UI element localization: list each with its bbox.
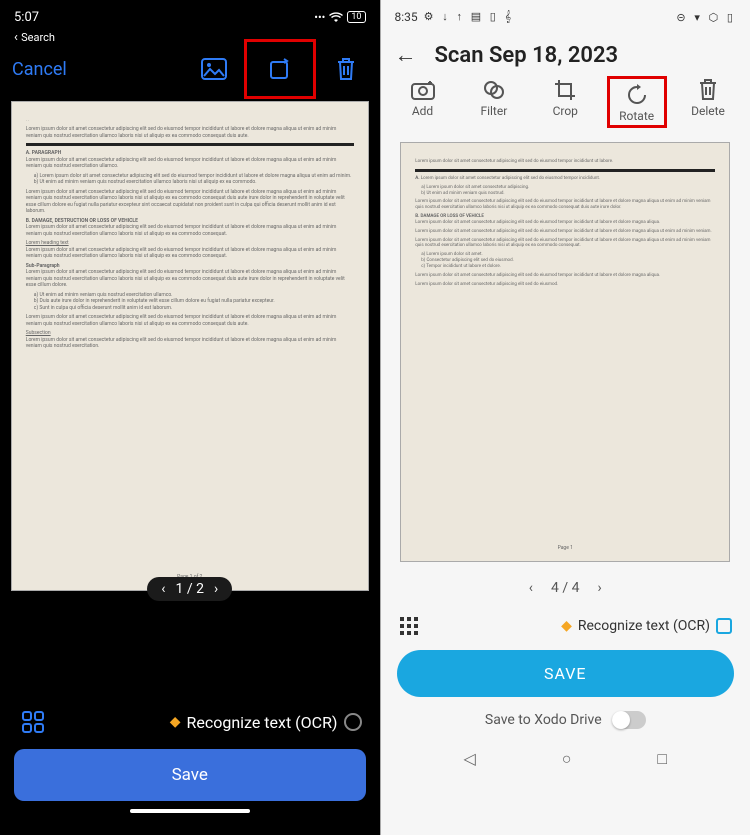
android-scan-screen: 8:35 ⚙ ↓ ↑ ▤ ▯ 𝄞 ⊝ ▾ ⬡ ▯ ← Scan Sep 18, … bbox=[381, 0, 750, 835]
trash-icon bbox=[335, 56, 357, 82]
page-title: Scan Sep 18, 2023 bbox=[435, 43, 619, 68]
bottom-bar: ◆ Recognize text (OCR) Save bbox=[0, 685, 380, 835]
ios-scan-screen: 5:07 ••• 10 Search Cancel · · Lorem ipsu… bbox=[0, 0, 380, 835]
rotate-highlight bbox=[244, 39, 316, 99]
ocr-toggle[interactable]: ◆ Recognize text (OCR) bbox=[170, 713, 362, 732]
chevron-right-icon[interactable]: › bbox=[214, 581, 218, 597]
filter-button[interactable]: Filter bbox=[464, 76, 524, 128]
back-to-search[interactable]: Search bbox=[0, 30, 380, 45]
add-button[interactable]: Add bbox=[393, 76, 453, 128]
trash-icon bbox=[698, 78, 718, 102]
ocr-checkbox[interactable] bbox=[716, 618, 732, 634]
document-preview[interactable]: · · Lorem ipsum dolor sit amet consectet… bbox=[0, 93, 380, 599]
nav-back-icon[interactable]: ◁ bbox=[463, 749, 475, 769]
diamond-icon: ◆ bbox=[561, 618, 572, 634]
status-right: ••• 10 bbox=[314, 11, 365, 24]
scanned-page: Lorem ipsum dolor sit amet consectetur a… bbox=[400, 142, 730, 562]
rotate-button[interactable]: Rotate bbox=[607, 76, 667, 128]
status-right: ⊝ ▾ ⬡ ▯ bbox=[676, 11, 736, 24]
header: ← Scan Sep 18, 2023 bbox=[381, 30, 750, 72]
ocr-radio[interactable] bbox=[344, 713, 362, 731]
status-bar: 8:35 ⚙ ↓ ↑ ▤ ▯ 𝄞 ⊝ ▾ ⬡ ▯ bbox=[381, 0, 750, 30]
diamond-icon: ◆ bbox=[170, 714, 181, 730]
crop-icon bbox=[553, 78, 577, 102]
ocr-label: Recognize text (OCR) bbox=[578, 618, 710, 634]
drive-label: Save to Xodo Drive bbox=[485, 712, 602, 728]
save-button[interactable]: SAVE bbox=[397, 650, 735, 697]
bottom-bar: ◆ Recognize text (OCR) SAVE Save to Xodo… bbox=[381, 606, 750, 739]
camera-plus-icon bbox=[410, 79, 436, 101]
grid-button[interactable] bbox=[18, 707, 48, 737]
page-indicator: ‹ 4 / 4 › bbox=[381, 570, 750, 606]
nav-home-icon[interactable]: ○ bbox=[562, 749, 572, 769]
document-preview[interactable]: Lorem ipsum dolor sit amet consectetur a… bbox=[381, 134, 750, 570]
page-indicator[interactable]: ‹ 1 / 2 › bbox=[147, 577, 232, 601]
rotate-icon bbox=[625, 83, 649, 107]
scanned-page: · · Lorem ipsum dolor sit amet consectet… bbox=[11, 101, 369, 591]
save-to-drive: Save to Xodo Drive bbox=[397, 705, 735, 735]
save-button[interactable]: Save bbox=[14, 749, 366, 801]
delete-button[interactable]: Delete bbox=[678, 76, 738, 128]
home-indicator bbox=[130, 809, 250, 813]
toolbar: Add Filter Crop Rotate Delete bbox=[381, 72, 750, 134]
ocr-label: Recognize text (OCR) bbox=[186, 713, 337, 732]
grid-icon bbox=[399, 616, 419, 636]
drive-toggle[interactable] bbox=[612, 711, 646, 729]
back-button[interactable]: ← bbox=[395, 42, 417, 68]
status-left: 8:35 ⚙ ↓ ↑ ▤ ▯ 𝄞 bbox=[395, 10, 515, 24]
chevron-left-icon[interactable]: ‹ bbox=[529, 580, 533, 596]
chevron-right-icon[interactable]: › bbox=[597, 580, 601, 596]
grid-icon bbox=[21, 710, 45, 734]
gallery-button[interactable] bbox=[192, 47, 236, 91]
cancel-button[interactable]: Cancel bbox=[12, 59, 67, 80]
toolbar: Cancel bbox=[0, 45, 380, 93]
rotate-button[interactable] bbox=[258, 47, 302, 91]
nav-recent-icon[interactable]: □ bbox=[657, 749, 667, 769]
grid-button[interactable] bbox=[399, 616, 419, 636]
page-count: 4 / 4 bbox=[551, 580, 579, 596]
image-icon bbox=[201, 58, 227, 80]
rotate-icon bbox=[267, 56, 293, 82]
crop-button[interactable]: Crop bbox=[535, 76, 595, 128]
android-nav-bar: ◁ ○ □ bbox=[381, 739, 750, 779]
ocr-toggle[interactable]: ◆ Recognize text (OCR) bbox=[561, 618, 732, 634]
filter-icon bbox=[482, 79, 506, 101]
chevron-left-icon[interactable]: ‹ bbox=[161, 581, 165, 597]
page-count: 1 / 2 bbox=[176, 581, 204, 597]
wifi-icon bbox=[329, 12, 343, 23]
status-time: 5:07 bbox=[14, 10, 39, 25]
status-bar: 5:07 ••• 10 bbox=[0, 0, 380, 30]
delete-button[interactable] bbox=[324, 47, 368, 91]
